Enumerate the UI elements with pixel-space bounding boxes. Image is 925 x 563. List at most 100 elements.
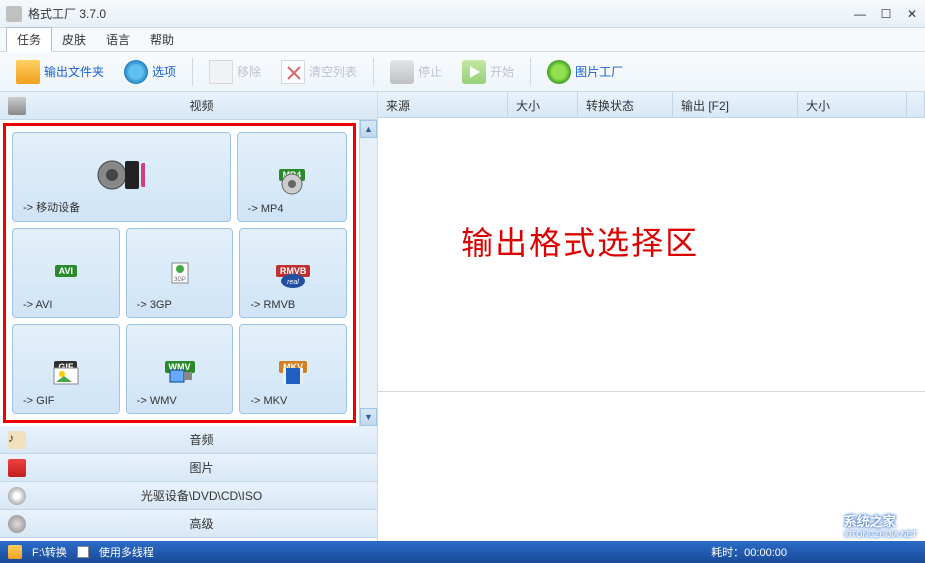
menubar: 任务 皮肤 语言 帮助 — [0, 28, 925, 52]
wmv-icon: WMV — [156, 347, 204, 387]
col-size2[interactable]: 大小 — [798, 92, 907, 117]
photo-factory-button[interactable]: 图片工厂 — [539, 56, 631, 88]
avi-icon: AVI — [42, 251, 90, 291]
statusbar-path: F:\转换 — [32, 544, 67, 560]
menu-language[interactable]: 语言 — [96, 28, 140, 51]
close-button[interactable]: ✕ — [905, 7, 919, 21]
play-icon — [462, 60, 486, 84]
start-button[interactable]: 开始 — [454, 56, 522, 88]
watermark: 系统之家 XITONGZHIJIA.NET — [816, 511, 917, 539]
format-avi[interactable]: AVI -> AVI — [12, 228, 120, 318]
mp4-icon: MP4 — [268, 155, 316, 195]
remove-button[interactable]: 移除 — [201, 56, 269, 88]
format-wmv-label: -> WMV — [137, 395, 177, 407]
stop-button[interactable]: 停止 — [382, 56, 450, 88]
main-area: 视频 -> 移动设备 MP4 — [0, 92, 925, 541]
mkv-icon: MKV — [269, 347, 317, 387]
col-size1[interactable]: 大小 — [508, 92, 578, 117]
house-icon — [816, 513, 840, 537]
gear-icon — [8, 515, 26, 533]
format-gif-label: -> GIF — [23, 395, 54, 407]
folder-icon — [16, 60, 40, 84]
output-folder-label: 输出文件夹 — [44, 63, 104, 80]
watermark-url: XITONGZHIJIA.NET — [844, 530, 917, 539]
audio-icon: ♪ — [8, 431, 26, 449]
format-mkv-label: -> MKV — [250, 395, 287, 407]
sidebar: 视频 -> 移动设备 MP4 — [0, 92, 378, 541]
format-rmvb-label: -> RMVB — [250, 299, 295, 311]
format-scrollbar[interactable]: ▲ ▼ — [359, 120, 377, 426]
rmvb-icon: RMVB real — [269, 251, 317, 291]
svg-text:3GP: 3GP — [173, 277, 185, 283]
category-audio-label: 音频 — [34, 431, 369, 448]
category-audio[interactable]: ♪ 音频 — [0, 426, 377, 454]
clear-list-button[interactable]: 清空列表 — [273, 56, 365, 88]
output-folder-button[interactable]: 输出文件夹 — [8, 56, 112, 88]
picture-icon — [547, 60, 571, 84]
watermark-text: 系统之家 — [844, 511, 917, 530]
statusbar-folder-icon[interactable] — [8, 545, 22, 559]
titlebar: 格式工厂 3.7.0 — ☐ ✕ — [0, 0, 925, 28]
toolbar-separator — [373, 58, 374, 86]
toolbar-separator — [530, 58, 531, 86]
statusbar: F:\转换 使用多线程 耗时：00:00:00 — [0, 541, 925, 563]
annotation-overlay: 输出格式选择区 — [461, 218, 699, 264]
minimize-button[interactable]: — — [853, 7, 867, 21]
col-status[interactable]: 转换状态 — [578, 92, 673, 117]
multithread-checkbox[interactable] — [77, 546, 89, 558]
picture-category-icon — [8, 459, 26, 477]
remove-icon — [209, 60, 233, 84]
toolbar-separator — [192, 58, 193, 86]
video-icon — [8, 97, 26, 115]
elapsed-time: 耗时：00:00:00 — [711, 544, 787, 560]
format-mp4[interactable]: MP4 -> MP4 — [237, 132, 347, 222]
multithread-label: 使用多线程 — [99, 544, 154, 560]
category-advanced[interactable]: 高级 — [0, 510, 377, 538]
options-button[interactable]: 选项 — [116, 56, 184, 88]
clear-icon — [281, 60, 305, 84]
format-grid: -> 移动设备 MP4 -> MP4 — [3, 123, 356, 423]
task-pane: 来源 大小 转换状态 输出 [F2] 大小 输出格式选择区 — [378, 92, 925, 541]
start-label: 开始 — [490, 63, 514, 80]
window-title: 格式工厂 3.7.0 — [28, 5, 853, 22]
format-mobile[interactable]: -> 移动设备 — [12, 132, 231, 222]
maximize-button[interactable]: ☐ — [879, 7, 893, 21]
format-3gp-label: -> 3GP — [137, 299, 172, 311]
app-icon — [6, 6, 22, 22]
disc-icon — [8, 487, 26, 505]
category-disc-label: 光驱设备\DVD\CD\ISO — [34, 487, 369, 504]
window-controls: — ☐ ✕ — [853, 7, 919, 21]
category-video[interactable]: 视频 — [0, 92, 377, 120]
gif-icon: GIF — [42, 347, 90, 387]
svg-text:real: real — [287, 279, 299, 286]
format-mkv[interactable]: MKV -> MKV — [239, 324, 347, 414]
menu-tasks[interactable]: 任务 — [6, 27, 52, 52]
task-table-header: 来源 大小 转换状态 输出 [F2] 大小 — [378, 92, 925, 118]
format-avi-label: -> AVI — [23, 299, 52, 311]
format-wmv[interactable]: WMV -> WMV — [126, 324, 234, 414]
stop-label: 停止 — [418, 63, 442, 80]
remove-label: 移除 — [237, 63, 261, 80]
col-source[interactable]: 来源 — [378, 92, 508, 117]
col-output[interactable]: 输出 [F2] — [673, 92, 798, 117]
format-gif[interactable]: GIF -> GIF — [12, 324, 120, 414]
stop-icon — [390, 60, 414, 84]
category-picture[interactable]: 图片 — [0, 454, 377, 482]
menu-skin[interactable]: 皮肤 — [52, 28, 96, 51]
format-mp4-label: -> MP4 — [248, 203, 284, 215]
task-list[interactable]: 输出格式选择区 — [378, 118, 925, 391]
format-3gp[interactable]: 3GP -> 3GP — [126, 228, 234, 318]
col-extra[interactable] — [907, 92, 925, 117]
category-video-label: 视频 — [34, 97, 369, 114]
category-disc[interactable]: 光驱设备\DVD\CD\ISO — [0, 482, 377, 510]
options-label: 选项 — [152, 63, 176, 80]
scroll-up-button[interactable]: ▲ — [360, 120, 377, 138]
3gp-icon: 3GP — [156, 251, 204, 291]
menu-help[interactable]: 帮助 — [140, 28, 184, 51]
mobile-device-icon — [97, 155, 145, 195]
clear-label: 清空列表 — [309, 63, 357, 80]
category-advanced-label: 高级 — [34, 515, 369, 532]
format-mobile-label: -> 移动设备 — [23, 199, 80, 215]
format-rmvb[interactable]: RMVB real -> RMVB — [239, 228, 347, 318]
scroll-down-button[interactable]: ▼ — [360, 408, 377, 426]
